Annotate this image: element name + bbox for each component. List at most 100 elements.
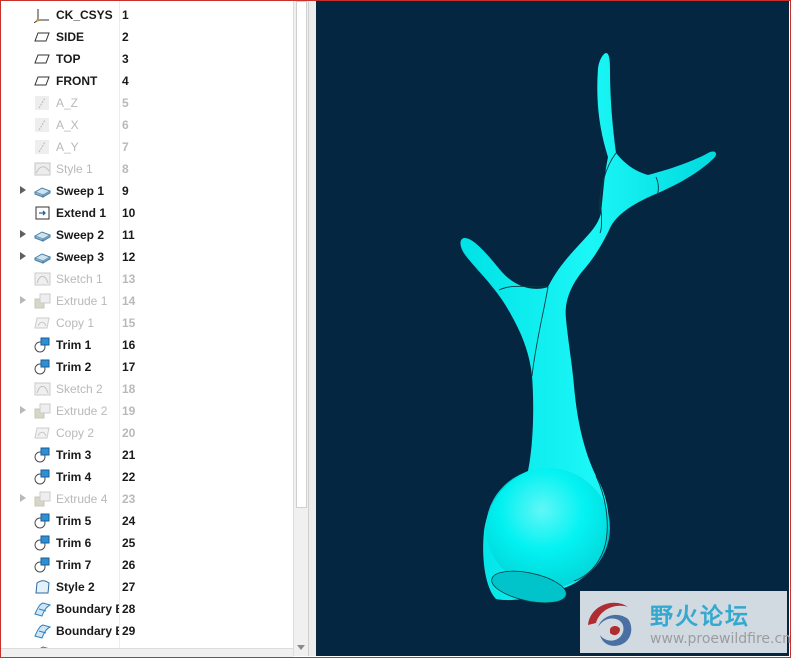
- tree-item[interactable]: A_Z 5: [1, 92, 293, 114]
- tree-item[interactable]: Sweep 2 11: [1, 224, 293, 246]
- sketch-icon: [34, 381, 51, 397]
- tree-item-number: 5: [122, 96, 129, 110]
- expand-arrow-icon[interactable]: [20, 406, 26, 414]
- tree-item-number: 1: [122, 8, 129, 22]
- tree-item-number: 25: [122, 536, 136, 550]
- tree-item[interactable]: Copy 1 15: [1, 312, 293, 334]
- model-tree[interactable]: CK_CSYS 1 SIDE 2 TOP 3 FRONT 4 A_Z 5 A_X 6 A_Y 7 Style…: [1, 1, 293, 656]
- tree-item-number: 4: [122, 74, 129, 88]
- tree-item[interactable]: Extrude 2 19: [1, 400, 293, 422]
- tree-item-label: SIDE: [56, 30, 85, 44]
- tree-item-label: Trim 6: [56, 536, 92, 550]
- tree-item-number: 3: [122, 52, 129, 66]
- tree-item[interactable]: Trim 3 21: [1, 444, 293, 466]
- tree-item-label: Extend 1: [56, 206, 107, 220]
- trim-icon: [34, 535, 51, 551]
- tree-item-number: 12: [122, 250, 136, 264]
- tree-item[interactable]: Sketch 2 18: [1, 378, 293, 400]
- boundary-blend-icon: [34, 623, 52, 639]
- extrude-icon: [34, 293, 51, 309]
- tree-item-label: Style 1: [56, 162, 93, 176]
- tree-item-number: 20: [122, 426, 136, 440]
- tree-item[interactable]: A_X 6: [1, 114, 293, 136]
- tree-item-label: Copy 1: [56, 316, 95, 330]
- watermark-logo-icon: [588, 602, 632, 646]
- tree-item-label: Trim 4: [56, 470, 92, 484]
- tree-item[interactable]: A_Y 7: [1, 136, 293, 158]
- tree-item-number: 22: [122, 470, 136, 484]
- tree-item[interactable]: Style 2 27: [1, 576, 293, 598]
- forum-watermark: 野火论坛 www.proewildfire.cn: [580, 591, 791, 653]
- tree-item-number: 2: [122, 30, 129, 44]
- tree-item[interactable]: Boundary Blend 128: [1, 598, 293, 620]
- tree-item-label: Sketch 1: [56, 272, 103, 286]
- tree-item[interactable]: TOP 3: [1, 48, 293, 70]
- tree-item[interactable]: Trim 6 25: [1, 532, 293, 554]
- model-tree-vertical-scrollbar[interactable]: [293, 1, 308, 656]
- sketch-icon: [34, 271, 51, 287]
- expand-arrow-icon[interactable]: [20, 494, 26, 502]
- watermark-url: www.proewildfire.cn: [650, 631, 791, 647]
- tree-item[interactable]: Trim 2 17: [1, 356, 293, 378]
- graphics-viewport[interactable]: [316, 1, 789, 656]
- tree-item[interactable]: Extrude 1 14: [1, 290, 293, 312]
- tree-item[interactable]: Sketch 1 13: [1, 268, 293, 290]
- model-3d-render: [460, 53, 717, 604]
- tree-item-number: 17: [122, 360, 136, 374]
- tree-item-number: 28: [122, 602, 136, 616]
- trim-icon: [34, 359, 51, 375]
- tree-item-label: Boundary Blend 2: [56, 624, 119, 638]
- datum-plane-icon: [34, 73, 51, 89]
- tree-item-number: 24: [122, 514, 136, 528]
- tree-item-number: 18: [122, 382, 136, 396]
- tree-item-number: 16: [122, 338, 136, 352]
- tree-item-number: 13: [122, 272, 136, 286]
- tree-item[interactable]: SIDE 2: [1, 26, 293, 48]
- tree-item[interactable]: Trim 1 16: [1, 334, 293, 356]
- tree-item-label: A_Z: [56, 96, 79, 110]
- tree-item-label: Sweep 2: [56, 228, 105, 242]
- tree-item[interactable]: Trim 7 26: [1, 554, 293, 576]
- copy-icon: [34, 425, 51, 441]
- tree-item[interactable]: Trim 4 22: [1, 466, 293, 488]
- tree-item[interactable]: Copy 2 20: [1, 422, 293, 444]
- tree-item[interactable]: Sweep 3 12: [1, 246, 293, 268]
- datum-plane-icon: [34, 29, 51, 45]
- scroll-down-arrow-icon[interactable]: [297, 645, 305, 650]
- tree-item-label: Trim 3: [56, 448, 92, 462]
- tree-item-label: Trim 1: [56, 338, 92, 352]
- expand-arrow-icon[interactable]: [20, 296, 26, 304]
- scrollbar-thumb[interactable]: [296, 1, 307, 508]
- tree-item-number: 26: [122, 558, 136, 572]
- tree-item[interactable]: Extrude 4 23: [1, 488, 293, 510]
- tree-item-label: Extrude 4: [56, 492, 108, 506]
- tree-item-label: FRONT: [56, 74, 98, 88]
- tree-item[interactable]: Extend 1 10: [1, 202, 293, 224]
- tree-item-label: Sweep 3: [56, 250, 105, 264]
- model-tree-horizontal-scrollbar[interactable]: [1, 648, 293, 657]
- expand-arrow-icon[interactable]: [20, 186, 26, 194]
- tree-item[interactable]: FRONT 4: [1, 70, 293, 92]
- extend-icon: [34, 205, 51, 221]
- tree-item-number: 19: [122, 404, 136, 418]
- tree-item[interactable]: CK_CSYS 1: [1, 4, 293, 26]
- tree-item-number: 7: [122, 140, 129, 154]
- copy-icon: [34, 315, 51, 331]
- sweep-icon: [33, 227, 52, 243]
- tree-item-label: A_X: [56, 118, 79, 132]
- tree-item[interactable]: Boundary Blend 229: [1, 620, 293, 642]
- tree-item[interactable]: Sweep 1 9: [1, 180, 293, 202]
- datum-axis-icon: [34, 139, 51, 155]
- panel-splitter[interactable]: [308, 1, 316, 656]
- tree-item-label: Copy 2: [56, 426, 95, 440]
- tree-item[interactable]: Style 1 8: [1, 158, 293, 180]
- expand-arrow-icon[interactable]: [20, 252, 26, 260]
- expand-arrow-icon[interactable]: [20, 230, 26, 238]
- sweep-icon: [33, 249, 52, 265]
- trim-icon: [34, 469, 51, 485]
- tree-item-label: TOP: [56, 52, 81, 66]
- datum-axis-icon: [34, 95, 51, 111]
- tree-item[interactable]: Trim 5 24: [1, 510, 293, 532]
- datum-axis-icon: [34, 117, 51, 133]
- tree-item-label: Sketch 2: [56, 382, 103, 396]
